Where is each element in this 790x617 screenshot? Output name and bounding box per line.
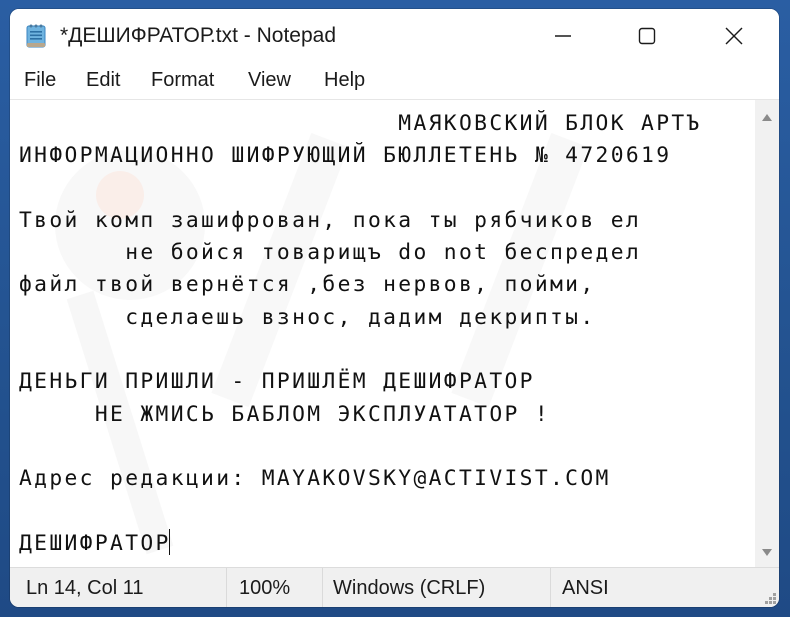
cursor-position: Ln 14, Col 11 [26, 577, 144, 599]
text-caret [168, 528, 171, 555]
notepad-window: *ДЕШИФРАТОР.txt - Notepad File Edit Form… [10, 9, 779, 607]
status-bar: Ln 14, Col 11 100% Windows (CRLF) ANSI [10, 567, 779, 607]
status-divider [322, 568, 323, 607]
menu-format[interactable]: Format [149, 69, 216, 92]
scroll-up-icon[interactable] [762, 114, 772, 121]
status-divider [226, 568, 227, 607]
maximize-icon [638, 27, 656, 45]
menu-file[interactable]: File [22, 69, 58, 92]
menu-view[interactable]: View [246, 69, 293, 92]
minimize-button[interactable] [540, 9, 586, 63]
line-ending: Windows (CRLF) [333, 577, 486, 599]
menu-bar: File Edit Format View Help [10, 63, 779, 99]
scroll-down-icon[interactable] [762, 549, 772, 556]
vertical-scrollbar[interactable] [755, 99, 779, 568]
text-editor[interactable]: МАЯКОВСКИЙ БЛОК АРТЪ ИНФОРМАЦИОННО ШИФРУ… [10, 99, 755, 568]
menu-edit[interactable]: Edit [84, 69, 122, 92]
close-button[interactable] [711, 9, 757, 63]
encoding: ANSI [562, 577, 609, 599]
minimize-icon [555, 35, 571, 37]
close-icon [725, 27, 743, 45]
status-divider [550, 568, 551, 607]
resize-grip-icon[interactable] [764, 593, 776, 605]
menu-help[interactable]: Help [322, 69, 367, 92]
zoom-level: 100% [239, 577, 291, 599]
maximize-button[interactable] [624, 9, 670, 63]
window-title: *ДЕШИФРАТОР.txt - Notepad [60, 24, 336, 47]
document-text[interactable]: МАЯКОВСКИЙ БЛОК АРТЪ ИНФОРМАЦИОННО ШИФРУ… [19, 108, 702, 560]
document-content: МАЯКОВСКИЙ БЛОК АРТЪ ИНФОРМАЦИОННО ШИФРУ… [19, 111, 702, 556]
notepad-icon [26, 23, 46, 48]
title-bar[interactable]: *ДЕШИФРАТОР.txt - Notepad [10, 9, 779, 63]
